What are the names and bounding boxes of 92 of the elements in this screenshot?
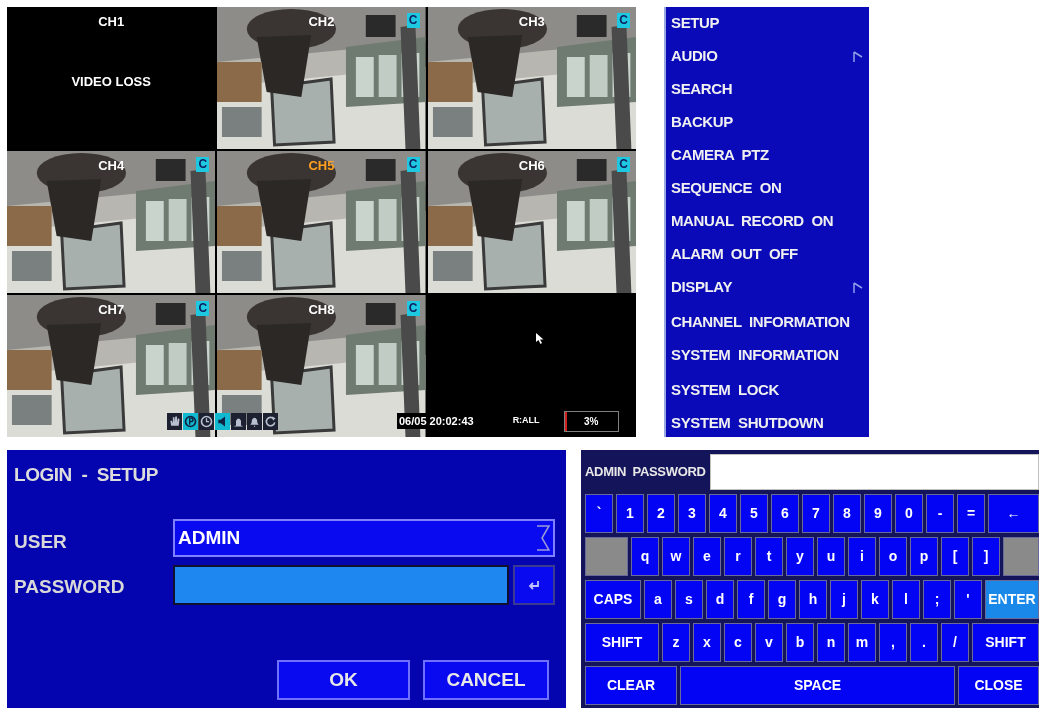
channel-label: CH3 xyxy=(518,13,545,31)
channel-label: CH5 xyxy=(308,157,335,175)
keyboard-key[interactable]: e xyxy=(693,537,721,576)
menu-item[interactable]: SYSTEM SHUTDOWN xyxy=(666,407,869,440)
dialog-title: LOGIN - SETUP xyxy=(14,463,158,487)
keyboard-key[interactable]: ] xyxy=(972,537,1000,576)
keyboard-key[interactable]: 6 xyxy=(771,494,799,533)
keyboard-key[interactable]: i xyxy=(848,537,876,576)
camera-badge: C xyxy=(196,157,210,172)
channel-label: CH8 xyxy=(308,301,335,319)
disk-usage-reading: 3% xyxy=(583,414,599,429)
user-dropdown[interactable]: ADMIN xyxy=(173,519,555,557)
keyboard-key[interactable]: SHIFT xyxy=(972,623,1039,662)
keyboard-key[interactable]: [ xyxy=(941,537,969,576)
menu-item[interactable]: SYSTEM LOCK xyxy=(666,374,869,407)
keyboard-key[interactable]: l xyxy=(892,580,920,619)
keyboard-key[interactable]: p xyxy=(910,537,938,576)
field-label: USER xyxy=(14,530,67,554)
keyboard-key[interactable]: CLOSE xyxy=(958,666,1039,705)
record-mode: R:ALL xyxy=(512,414,540,428)
keyboard-key[interactable]: SPACE xyxy=(680,666,955,705)
enter-icon xyxy=(528,580,540,590)
keyboard-key[interactable]: n xyxy=(817,623,845,662)
keyboard-key[interactable]: r xyxy=(724,537,752,576)
menu-item[interactable]: SYSTEM INFORMATION xyxy=(666,339,869,372)
keyboard-key[interactable]: q xyxy=(631,537,659,576)
keyboard-key[interactable]: CLEAR xyxy=(585,666,677,705)
keyboard-key[interactable]: c xyxy=(724,623,752,662)
keyboard-key[interactable]: 8 xyxy=(833,494,861,533)
keyboard-key[interactable]: u xyxy=(817,537,845,576)
keyboard-key[interactable]: b xyxy=(786,623,814,662)
menu-item[interactable]: MANUAL RECORD ON xyxy=(666,205,869,238)
menu-item[interactable]: AUDIO xyxy=(666,40,869,73)
keyboard-key[interactable]: CAPS xyxy=(585,580,641,619)
field-label: PASSWORD xyxy=(14,575,125,599)
keyboard-key[interactable]: s xyxy=(675,580,703,619)
menu-item[interactable]: ALARM OUT OFF xyxy=(666,238,869,271)
dropdown-icon xyxy=(536,524,550,552)
keyboard-key[interactable]: 2 xyxy=(647,494,675,533)
menu-item[interactable]: SEARCH xyxy=(666,73,869,106)
keyboard-key[interactable]: m xyxy=(848,623,876,662)
keyboard-key[interactable]: . xyxy=(910,623,938,662)
menu-item[interactable]: SETUP xyxy=(666,7,869,40)
ok-button[interactable]: OK xyxy=(277,660,410,700)
keyboard-key[interactable]: d xyxy=(706,580,734,619)
keyboard-key[interactable]: , xyxy=(879,623,907,662)
keyboard-key[interactable]: ` xyxy=(585,494,613,533)
keyboard-key[interactable]: o xyxy=(879,537,907,576)
keyboard-key[interactable]: j xyxy=(830,580,858,619)
keyboard-key[interactable]: ; xyxy=(923,580,951,619)
keyboard-key[interactable]: ← xyxy=(988,494,1039,533)
keyboard-key[interactable]: 9 xyxy=(864,494,892,533)
keyboard-key[interactable]: w xyxy=(662,537,690,576)
keyboard-key[interactable]: 4 xyxy=(709,494,737,533)
keyboard-key[interactable]: k xyxy=(861,580,889,619)
camera-badge: C xyxy=(196,301,210,316)
keyboard-key[interactable]: ENTER xyxy=(985,580,1039,619)
keyboard-key[interactable]: / xyxy=(941,623,969,662)
keyboard-key[interactable]: 1 xyxy=(616,494,644,533)
keyboard-button[interactable] xyxy=(513,565,555,605)
channel-label: CH1 xyxy=(98,13,125,31)
menu-item[interactable]: CHANNEL INFORMATION xyxy=(666,306,869,339)
menu-item[interactable]: CAMERA PTZ xyxy=(666,139,869,172)
keyboard-key[interactable]: y xyxy=(786,537,814,576)
channel-label: CH4 xyxy=(98,157,125,175)
channel-label: CH2 xyxy=(308,13,335,31)
channel-label: CH6 xyxy=(518,157,545,175)
keyboard-key[interactable]: x xyxy=(693,623,721,662)
keyboard-key[interactable]: v xyxy=(755,623,783,662)
menu-item[interactable]: DISPLAY xyxy=(666,271,869,304)
keyboard-key[interactable]: 7 xyxy=(802,494,830,533)
keyboard-key[interactable]: g xyxy=(768,580,796,619)
menu-item[interactable]: SEQUENCE ON xyxy=(666,172,869,205)
keyboard-key[interactable]: = xyxy=(957,494,985,533)
keyboard-key[interactable]: - xyxy=(926,494,954,533)
keyboard-key[interactable]: 0 xyxy=(895,494,923,533)
keyboard-key[interactable]: t xyxy=(755,537,783,576)
keyboard-key[interactable]: z xyxy=(662,623,690,662)
keyboard-key[interactable]: a xyxy=(644,580,672,619)
keyboard-key[interactable]: ' xyxy=(954,580,982,619)
keyboard-key[interactable]: f xyxy=(737,580,765,619)
password-input-field[interactable] xyxy=(709,453,1039,490)
menu-item[interactable]: BACKUP xyxy=(666,106,869,139)
cancel-button[interactable]: CANCEL xyxy=(423,660,549,700)
keyboard-key[interactable]: 3 xyxy=(678,494,706,533)
keyboard-key[interactable]: SHIFT xyxy=(585,623,659,662)
password-field[interactable] xyxy=(173,565,509,605)
video-loss-message: VIDEO LOSS xyxy=(71,73,151,91)
channel-label: CH7 xyxy=(98,301,125,319)
keyboard-key[interactable]: h xyxy=(799,580,827,619)
input-label: ADMIN PASSWORD xyxy=(585,462,706,481)
keyboard-key[interactable]: 5 xyxy=(740,494,768,533)
